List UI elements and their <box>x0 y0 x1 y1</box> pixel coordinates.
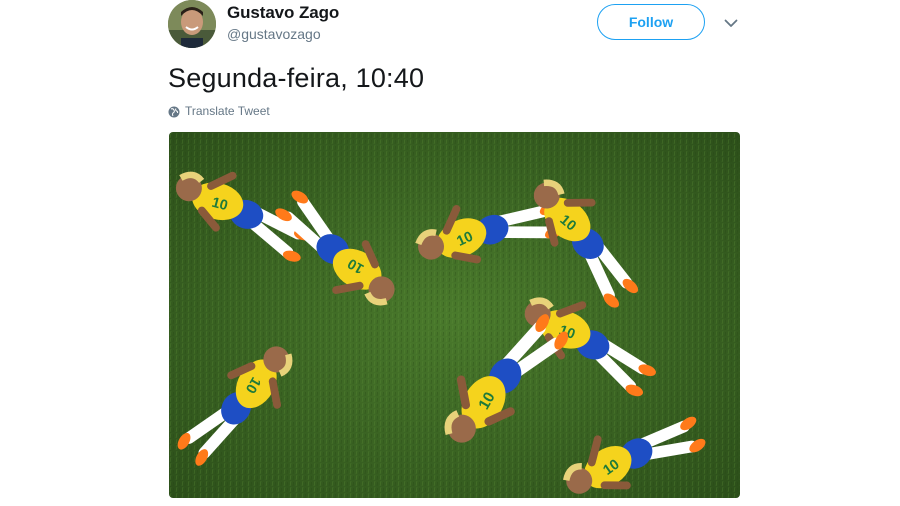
chevron-down-icon[interactable] <box>722 14 740 32</box>
tweet-text: Segunda-feira, 10:40 <box>168 63 425 93</box>
follow-button[interactable]: Follow <box>597 4 705 40</box>
translate-tweet-link[interactable]: Translate Tweet <box>168 104 270 118</box>
globe-icon <box>168 105 180 118</box>
author-name[interactable]: Gustavo Zago <box>227 3 339 23</box>
tweet-card: Gustavo Zago @gustavozago Follow Segunda… <box>0 0 900 506</box>
tweet-photo[interactable]: 10 <box>169 132 740 498</box>
author-handle[interactable]: @gustavozago <box>227 26 321 42</box>
translate-label: Translate Tweet <box>185 104 270 118</box>
avatar[interactable] <box>168 0 216 48</box>
